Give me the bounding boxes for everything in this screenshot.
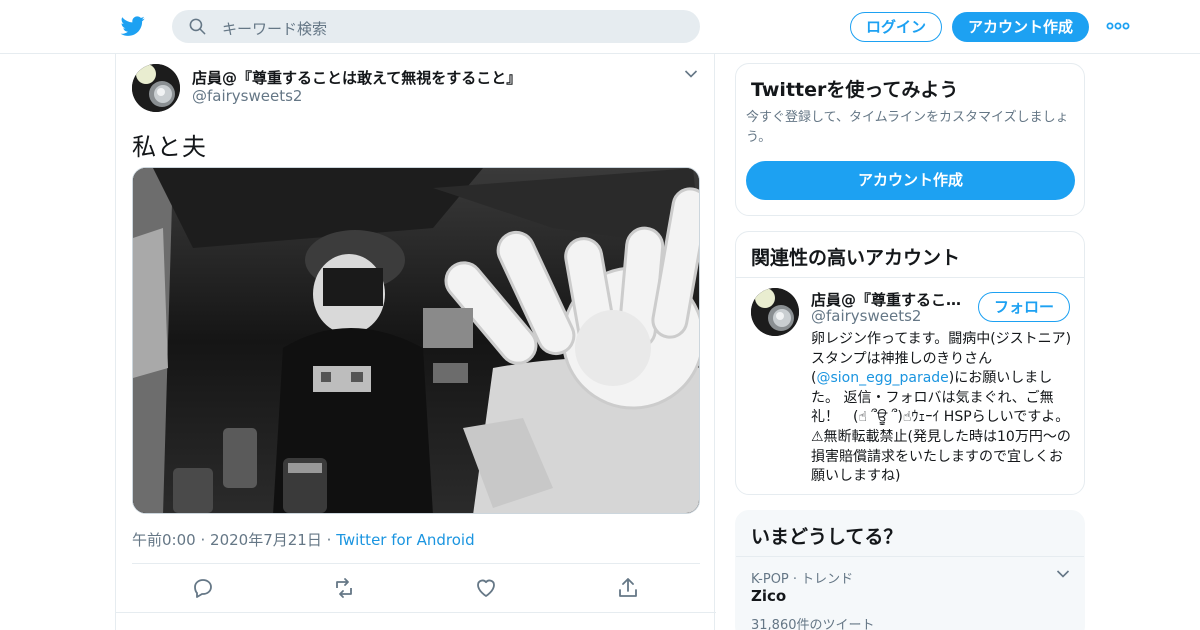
- signup-button[interactable]: アカウント作成: [952, 12, 1089, 42]
- follow-button[interactable]: フォロー: [978, 292, 1070, 322]
- related-accounts-title: 関連性の高いアカウント: [751, 247, 961, 269]
- trend-name[interactable]: Zico: [751, 587, 786, 605]
- signup-card-description: 今すぐ登録して、タイムラインをカスタマイズしましょう。: [746, 110, 1069, 145]
- tweet-meta: 午前0:00 · 2020年7月21日 · Twitter for Androi…: [132, 529, 475, 550]
- related-account-handle[interactable]: @fairysweets2: [811, 307, 921, 325]
- retweet-icon[interactable]: [332, 576, 356, 600]
- trends-title: いまどうしてる？: [751, 526, 903, 548]
- reply-icon[interactable]: [191, 576, 215, 600]
- trends-card: いまどうしてる？ K-POP · トレンド Zico 31,860件のツイート: [735, 510, 1085, 630]
- user-handle[interactable]: @fairysweets2: [192, 87, 302, 105]
- tweet-text: 私と夫: [132, 133, 207, 161]
- divider: [736, 277, 1084, 278]
- more-icon[interactable]: [1106, 18, 1130, 34]
- bio-mention-link[interactable]: @sion_egg_parade: [816, 370, 948, 386]
- share-icon[interactable]: [616, 576, 640, 600]
- trend-context: K-POP · トレンド: [751, 572, 854, 587]
- like-icon[interactable]: [474, 576, 498, 600]
- search-bar[interactable]: キーワード検索: [172, 10, 700, 43]
- meta-separator: ·: [200, 531, 206, 549]
- login-button[interactable]: ログイン: [850, 12, 942, 42]
- tweet-time[interactable]: 午前0:00: [132, 531, 196, 549]
- tweet-source-link[interactable]: Twitter for Android: [336, 531, 474, 549]
- signup-card-title: Twitterを使ってみよう: [751, 79, 959, 101]
- search-input[interactable]: キーワード検索: [222, 18, 327, 39]
- create-account-button[interactable]: アカウント作成: [746, 161, 1075, 200]
- bio-text: )にお願いしました。 返信・フォロバは気まぐれ、ご無礼！ (☝ ՞ਊ ՞)☝ｳｪ…: [811, 370, 1071, 485]
- avatar[interactable]: [132, 64, 180, 112]
- chevron-down-icon[interactable]: [684, 69, 698, 79]
- tweet-photo[interactable]: [132, 167, 700, 514]
- meta-separator: ·: [326, 531, 332, 549]
- signup-card: Twitterを使ってみよう 今すぐ登録して、タイムラインをカスタマイズしましょ…: [735, 63, 1085, 216]
- divider: [116, 612, 716, 613]
- twitter-bird-icon[interactable]: [120, 14, 146, 38]
- tweet-date[interactable]: 2020年7月21日: [210, 531, 322, 549]
- trend-count: 31,860件のツイート: [751, 618, 875, 630]
- related-accounts-card: 関連性の高いアカウント 店員@『尊重するこ… @fairysweets2 フォロ…: [735, 231, 1085, 495]
- display-name[interactable]: 店員@『尊重することは敢えて無視をすること』: [192, 67, 521, 88]
- divider: [736, 556, 1084, 557]
- search-icon: [189, 18, 206, 35]
- avatar[interactable]: [751, 288, 799, 336]
- top-bar: キーワード検索 ログイン アカウント作成: [0, 0, 1200, 54]
- divider: [132, 563, 700, 564]
- related-account-bio: 卵レジン作ってます。闘病中(ジストニア) スタンプは神推しのきりさん(@sion…: [811, 330, 1073, 487]
- chevron-down-icon[interactable]: [1056, 569, 1070, 579]
- tweet-container: 店員@『尊重することは敢えて無視をすること』 @fairysweets2 私と夫: [115, 54, 716, 630]
